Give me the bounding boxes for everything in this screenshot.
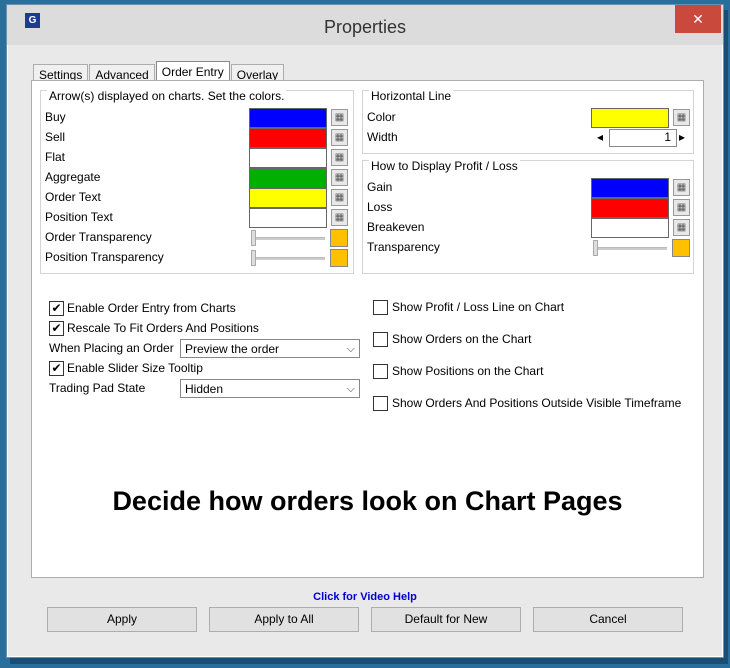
when-placing-label: When Placing an Order — [49, 341, 174, 355]
sell-label: Sell — [45, 130, 66, 144]
width-decrease-icon[interactable]: ◂ — [597, 128, 605, 146]
properties-window: G Properties ✕ Settings Advanced Order E… — [6, 4, 724, 658]
horizontal-line-title: Horizontal Line — [369, 89, 454, 103]
order-text-label: Order Text — [45, 190, 101, 204]
profit-loss-title: How to Display Profit / Loss — [369, 159, 520, 173]
horizontal-line-color-label: Color — [367, 110, 396, 124]
arrows-group-title: Arrow(s) displayed on charts. Set the co… — [47, 89, 287, 103]
position-transparency-slider[interactable] — [255, 257, 325, 260]
position-transparency-swatch[interactable] — [330, 249, 348, 267]
buy-color-swatch[interactable] — [249, 108, 327, 128]
buy-color-picker-icon[interactable]: ▦ — [331, 109, 348, 126]
show-orders-checkbox[interactable] — [373, 332, 388, 347]
loss-color-swatch[interactable] — [591, 198, 669, 218]
title-bar: G Properties ✕ — [7, 5, 723, 45]
tab-content-order-entry: Arrow(s) displayed on charts. Set the co… — [31, 80, 704, 578]
show-orders-label: Show Orders on the Chart — [392, 332, 532, 346]
breakeven-label: Breakeven — [367, 220, 425, 234]
order-text-color-picker-icon[interactable]: ▦ — [331, 189, 348, 206]
horizontal-line-color-swatch[interactable] — [591, 108, 669, 128]
apply-button[interactable]: Apply — [47, 607, 197, 632]
when-placing-select[interactable]: Preview the order ⌵ — [180, 339, 360, 358]
show-pl-line-checkbox[interactable] — [373, 300, 388, 315]
horizontal-line-group: Horizontal Line Color ▦ Width ◂ 1 ▸ — [362, 89, 694, 154]
position-text-label: Position Text — [45, 210, 113, 224]
pl-transparency-slider[interactable] — [597, 247, 667, 250]
rescale-checkbox[interactable]: ✔ — [49, 321, 64, 336]
trading-pad-value: Hidden — [185, 382, 224, 396]
sell-color-swatch[interactable] — [249, 128, 327, 148]
rescale-label: Rescale To Fit Orders And Positions — [67, 321, 259, 335]
buy-label: Buy — [45, 110, 66, 124]
close-button[interactable]: ✕ — [675, 5, 721, 33]
pl-transparency-swatch[interactable] — [672, 239, 690, 257]
slider-tooltip-checkbox[interactable]: ✔ — [49, 361, 64, 376]
horizontal-line-color-picker-icon[interactable]: ▦ — [673, 109, 690, 126]
promo-caption: Decide how orders look on Chart Pages — [112, 486, 623, 516]
horizontal-line-width-label: Width — [367, 130, 398, 144]
enable-order-entry-label: Enable Order Entry from Charts — [67, 301, 236, 315]
aggregate-label: Aggregate — [45, 170, 101, 184]
video-help-link[interactable]: Click for Video Help — [7, 591, 723, 603]
position-transparency-label: Position Transparency — [45, 250, 164, 264]
gain-color-picker-icon[interactable]: ▦ — [673, 179, 690, 196]
order-transparency-slider[interactable] — [255, 237, 325, 240]
breakeven-color-picker-icon[interactable]: ▦ — [673, 219, 690, 236]
gain-label: Gain — [367, 180, 393, 194]
position-text-color-picker-icon[interactable]: ▦ — [331, 209, 348, 226]
order-transparency-label: Order Transparency — [45, 230, 152, 244]
show-outside-timeframe-label: Show Orders And Positions Outside Visibl… — [392, 396, 682, 410]
show-outside-timeframe-checkbox[interactable] — [373, 396, 388, 411]
position-text-color-swatch[interactable] — [249, 208, 327, 228]
profit-loss-group: How to Display Profit / Loss Gain ▦ Loss… — [362, 159, 694, 274]
apply-to-all-button[interactable]: Apply to All — [209, 607, 359, 632]
width-input[interactable]: 1 — [609, 129, 677, 147]
enable-order-entry-checkbox[interactable]: ✔ — [49, 301, 64, 316]
loss-color-picker-icon[interactable]: ▦ — [673, 199, 690, 216]
flat-label: Flat — [45, 150, 66, 164]
order-transparency-slider-handle[interactable] — [251, 230, 256, 246]
pl-transparency-slider-handle[interactable] — [593, 240, 598, 256]
sell-color-picker-icon[interactable]: ▦ — [331, 129, 348, 146]
aggregate-color-picker-icon[interactable]: ▦ — [331, 169, 348, 186]
default-for-new-button[interactable]: Default for New — [371, 607, 521, 632]
order-text-color-swatch[interactable] — [249, 188, 327, 208]
slider-tooltip-label: Enable Slider Size Tooltip — [67, 361, 203, 375]
flat-color-picker-icon[interactable]: ▦ — [331, 149, 348, 166]
trading-pad-label: Trading Pad State — [49, 381, 146, 395]
show-positions-label: Show Positions on the Chart — [392, 364, 544, 378]
cancel-button[interactable]: Cancel — [533, 607, 683, 632]
width-increase-icon[interactable]: ▸ — [679, 128, 687, 146]
order-transparency-swatch[interactable] — [330, 229, 348, 247]
loss-label: Loss — [367, 200, 393, 214]
chevron-down-icon: ⌵ — [346, 343, 355, 355]
window-title: Properties — [323, 17, 407, 37]
when-placing-value: Preview the order — [185, 342, 280, 356]
show-pl-line-label: Show Profit / Loss Line on Chart — [392, 300, 565, 314]
position-transparency-slider-handle[interactable] — [251, 250, 256, 266]
flat-color-swatch[interactable] — [249, 148, 327, 168]
show-positions-checkbox[interactable] — [373, 364, 388, 379]
trading-pad-select[interactable]: Hidden ⌵ — [180, 379, 360, 398]
gain-color-swatch[interactable] — [591, 178, 669, 198]
chevron-down-icon: ⌵ — [346, 383, 355, 395]
breakeven-color-swatch[interactable] — [591, 218, 669, 238]
pl-transparency-label: Transparency — [367, 240, 440, 254]
arrows-group: Arrow(s) displayed on charts. Set the co… — [40, 89, 354, 274]
aggregate-color-swatch[interactable] — [249, 168, 327, 188]
